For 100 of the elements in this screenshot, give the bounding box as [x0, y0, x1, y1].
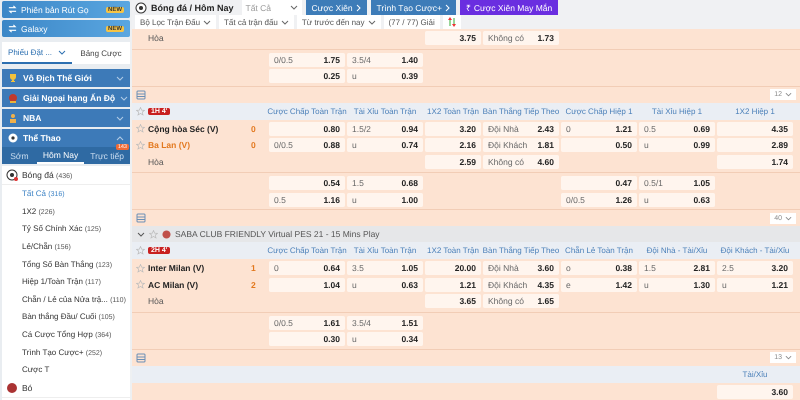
odds-cell[interactable]: o 0.38 — [561, 261, 637, 276]
stats-icon[interactable] — [136, 213, 146, 223]
team-name: AC Milan (V) — [148, 280, 200, 290]
odds-cell[interactable]: 0 0.64 — [269, 261, 345, 276]
odds-cell[interactable]: u 0.74 — [347, 138, 423, 152]
odds-cell[interactable]: e 1.42 — [561, 278, 637, 292]
chevron-down-icon — [58, 50, 66, 54]
odds-cell[interactable]: 3.20 — [425, 122, 481, 136]
odds-cell[interactable]: 2.89 — [717, 138, 793, 152]
filter-dropdown[interactable]: Tất cả trận đấu — [219, 15, 294, 29]
odds-cell[interactable]: 0.25 — [269, 69, 345, 84]
odds-cell[interactable]: 0 1.21 — [561, 122, 637, 136]
sport-tab[interactable]: Sớm — [2, 147, 37, 164]
odds-cell[interactable]: u 0.63 — [347, 278, 423, 292]
odds-cell[interactable]: Đội Nhà 2.43 — [483, 122, 559, 136]
star-icon[interactable] — [136, 246, 145, 255]
page-title: Bóng đá / Hôm Nay — [151, 2, 234, 12]
bet-button[interactable]: Cược Xiên — [306, 0, 367, 15]
odds-cell[interactable]: 1.21 — [425, 278, 481, 292]
ball-icon — [6, 382, 18, 394]
odds-cell[interactable]: 2.59 — [425, 154, 481, 169]
odds-cell[interactable]: 1.5 0.68 — [347, 176, 423, 190]
odds-cell[interactable]: 0/0.5 1.75 — [269, 52, 345, 67]
odds-cell[interactable]: 0/0.5 1.26 — [561, 192, 637, 207]
bet-button[interactable]: Trình Tạo Cược+ — [370, 0, 456, 15]
chevron-down-icon — [368, 20, 376, 24]
team-name: Cộng hòa Séc (V) — [148, 124, 220, 134]
odds-cell[interactable]: Không có 4.60 — [483, 154, 559, 169]
sport-tab[interactable]: Trực tiếp — [84, 147, 130, 164]
odds-cell[interactable]: 2.5 3.20 — [717, 261, 793, 276]
odds-cell[interactable]: 3.65 — [425, 294, 481, 308]
chevron-down-icon — [116, 116, 124, 120]
odds-cell[interactable]: 3.5 1.05 — [347, 261, 423, 276]
team-name: Ba Lan (V) — [148, 140, 192, 150]
stats-icon[interactable] — [136, 90, 146, 100]
star-icon[interactable] — [136, 124, 145, 134]
odds-cell[interactable]: 0.30 — [269, 332, 345, 346]
odds-cell[interactable]: 4.35 — [717, 122, 793, 136]
star-icon[interactable] — [136, 140, 145, 150]
odds-cell[interactable]: u 1.00 — [347, 192, 423, 207]
chevron-down-icon — [785, 216, 792, 220]
odds-cell[interactable]: u 0.99 — [639, 138, 715, 152]
sidebar-tab[interactable]: Phiếu Đặt ... — [2, 42, 72, 64]
odds-cell[interactable]: 0.80 — [269, 122, 345, 136]
odds-cell[interactable]: 20.00 — [425, 261, 481, 276]
column-header: 1X2 Toàn Trận — [427, 106, 479, 116]
league-header[interactable]: SABA CLUB FRIENDLY Virtual PES 21 - 15 Mins Play — [132, 226, 800, 242]
chevron-down-icon — [203, 20, 212, 24]
odds-cell[interactable]: 2.16 — [425, 138, 481, 152]
column-header: Bàn Thắng Tiếp Theo — [482, 245, 560, 256]
odds-cell[interactable]: Đội Khách 4.35 — [483, 278, 559, 292]
sort-button[interactable] — [442, 15, 461, 29]
sidebar-tab[interactable]: Bảng Cược — [72, 42, 130, 64]
swap-arrows-icon — [8, 24, 17, 33]
odds-cell[interactable]: 1.5/2 0.94 — [347, 122, 423, 136]
odds-cell[interactable]: 1.5 2.81 — [639, 261, 715, 276]
odds-cell[interactable]: Không có 1.65 — [483, 294, 559, 308]
odds-cell[interactable]: 3.5/4 1.51 — [347, 316, 423, 330]
odds-cell[interactable]: Đội Nhà 3.60 — [483, 261, 559, 276]
sort-icon — [448, 17, 456, 27]
odds-cell[interactable]: 3.60 — [717, 384, 793, 399]
market-item[interactable]: Cược T — [2, 360, 130, 379]
odds-cell[interactable]: 0/0.5 1.61 — [269, 316, 345, 330]
column-header: Tài Xỉu Hiệp 1 — [652, 106, 702, 116]
odds-cell[interactable]: u 0.39 — [347, 69, 423, 84]
odds-cell[interactable]: 3.75 — [425, 31, 481, 46]
odds-cell[interactable]: 3.5/4 1.40 — [347, 52, 423, 67]
team-name: Inter Milan (V) — [148, 263, 206, 274]
odds-cell[interactable]: 1.74 — [717, 154, 793, 169]
column-header: Tài Xỉu Toàn Trận — [354, 106, 416, 116]
odds-cell[interactable]: 0.5 0.69 — [639, 122, 715, 136]
stats-icon[interactable] — [136, 352, 146, 362]
bet-button[interactable]: ₹ Cược Xiên May Mắn — [460, 0, 558, 15]
star-icon[interactable] — [136, 264, 145, 273]
odds-cell[interactable]: u 0.34 — [347, 332, 423, 346]
star-icon[interactable] — [136, 106, 145, 116]
odds-cell[interactable]: 0.5/1 1.05 — [639, 176, 715, 190]
filter-dropdown[interactable]: Từ trước đến nay — [296, 15, 381, 29]
section-header[interactable]: NBA — [2, 109, 130, 127]
odds-cell[interactable]: 0.50 — [561, 138, 637, 152]
odds-cell[interactable]: 0.5 1.16 — [269, 192, 345, 207]
star-icon[interactable] — [136, 280, 145, 290]
odds-cell[interactable]: Không có 1.73 — [483, 31, 559, 46]
odds-cell[interactable]: 0/0.5 0.88 — [269, 138, 345, 152]
odds-cell[interactable]: 0.47 — [561, 176, 637, 190]
odds-cell[interactable]: Đội Khách 1.81 — [483, 138, 559, 152]
section-header[interactable]: Giải Ngoại hạng Ấn Độ — [2, 89, 130, 107]
sport-label[interactable]: Bó — [22, 382, 32, 393]
odds-cell[interactable]: u 1.30 — [639, 278, 715, 292]
odds-cell[interactable]: u 1.21 — [717, 278, 793, 292]
sport-tab[interactable]: Hôm Nay — [36, 147, 84, 164]
filter-dropdown[interactable]: Bộ Lọc Trận Đấu — [135, 15, 216, 29]
odds-cell[interactable]: u 0.63 — [639, 192, 715, 207]
odds-cell[interactable]: 0.54 — [269, 176, 345, 190]
column-header: Bàn Thắng Tiếp Theo — [482, 106, 560, 116]
star-icon[interactable] — [149, 230, 158, 238]
column-header: 1X2 Toàn Trận — [427, 245, 479, 256]
section-header[interactable]: Vô Địch Thế Giới — [2, 69, 130, 87]
odds-cell[interactable]: 1.04 — [269, 278, 345, 292]
league-count-button[interactable]: (77 / 77) Giải — [384, 15, 440, 29]
